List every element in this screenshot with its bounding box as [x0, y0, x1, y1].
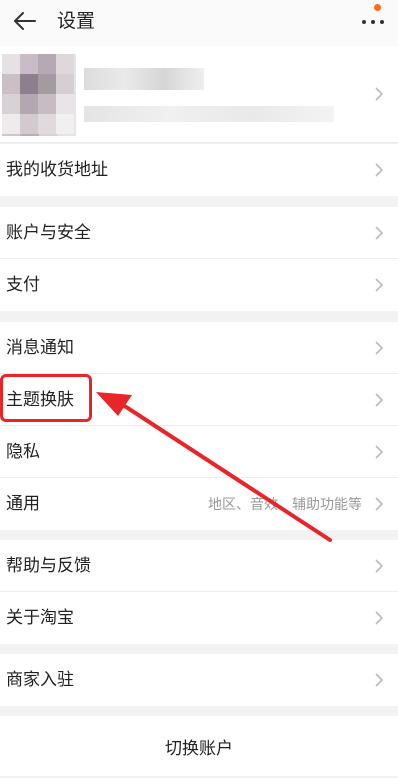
chevron-right-icon — [375, 163, 384, 177]
avatar-pixel — [38, 74, 56, 94]
chevron-right-icon — [375, 559, 384, 573]
settings-group-help: 帮助与反馈 关于淘宝 — [0, 540, 398, 644]
menu-item-merchant[interactable]: 商家入驻 — [0, 654, 398, 706]
chevron-right-icon — [375, 278, 384, 292]
chevron-right-icon — [375, 445, 384, 459]
avatar-pixel — [20, 74, 38, 94]
menu-item-hint: 地区、音效、辅助功能等 — [208, 497, 362, 513]
more-button[interactable] — [358, 4, 388, 32]
menu-item-label: 关于淘宝 — [6, 608, 74, 628]
menu-item-payment[interactable]: 支付 — [0, 259, 398, 311]
avatar-pixel — [20, 94, 38, 114]
settings-group-general: 消息通知 主题换肤 隐私 通用 地区、音效、辅助功能等 — [0, 322, 398, 530]
chevron-right-icon — [375, 611, 384, 625]
settings-group-merchant: 商家入驻 — [0, 654, 398, 706]
menu-item-about[interactable]: 关于淘宝 — [0, 592, 398, 644]
avatar-pixel — [2, 74, 20, 94]
settings-group-address: 我的收货地址 — [0, 144, 398, 196]
avatar-pixel — [20, 54, 38, 74]
avatar-pixel — [38, 94, 56, 114]
menu-item-help-feedback[interactable]: 帮助与反馈 — [0, 540, 398, 592]
avatar-pixel — [38, 54, 56, 74]
switch-account-button[interactable]: 切换账户 — [0, 716, 398, 776]
notification-badge — [374, 4, 381, 11]
menu-item-label: 帮助与反馈 — [6, 556, 91, 576]
chevron-right-icon — [375, 341, 384, 355]
settings-group-account: 账户与安全 支付 — [0, 207, 398, 311]
chevron-right-icon — [375, 87, 384, 101]
menu-item-label: 账户与安全 — [6, 223, 91, 243]
menu-item-general[interactable]: 通用 地区、音效、辅助功能等 — [0, 478, 398, 530]
menu-item-label: 商家入驻 — [6, 670, 74, 690]
avatar-pixel — [20, 114, 38, 134]
blurred-account-info — [84, 106, 334, 122]
avatar — [2, 54, 76, 136]
avatar-pixel — [2, 54, 20, 74]
chevron-right-icon — [375, 673, 384, 687]
arrow-left-icon — [14, 12, 36, 30]
menu-item-label: 隐私 — [6, 442, 40, 462]
top-bar: 设置 — [0, 0, 398, 46]
switch-account-label: 切换账户 — [165, 738, 233, 759]
profile-row[interactable] — [0, 46, 398, 143]
menu-item-label: 通用 — [6, 494, 40, 514]
chevron-right-icon — [375, 393, 384, 407]
chevron-right-icon — [375, 226, 384, 240]
menu-item-account-security[interactable]: 账户与安全 — [0, 207, 398, 259]
page-title: 设置 — [57, 10, 96, 32]
avatar-pixel — [56, 74, 74, 94]
avatar-pixel — [2, 114, 20, 134]
menu-item-notifications[interactable]: 消息通知 — [0, 322, 398, 374]
avatar-pixel — [56, 114, 74, 134]
avatar-pixel — [56, 94, 74, 114]
menu-item-privacy[interactable]: 隐私 — [0, 426, 398, 478]
menu-item-label: 支付 — [6, 275, 40, 295]
more-dot — [380, 20, 384, 24]
avatar-pixel — [38, 114, 56, 134]
highlight-box — [0, 374, 92, 422]
more-dots-icon — [362, 20, 366, 24]
chevron-right-icon — [375, 497, 384, 511]
avatar-pixel — [2, 94, 20, 114]
more-dot — [371, 20, 375, 24]
menu-item-label: 消息通知 — [6, 338, 74, 358]
avatar-pixel — [56, 54, 74, 74]
menu-item-label: 我的收货地址 — [6, 160, 108, 180]
menu-item-address[interactable]: 我的收货地址 — [0, 144, 398, 196]
blurred-username — [84, 68, 204, 90]
back-button[interactable] — [12, 8, 38, 34]
